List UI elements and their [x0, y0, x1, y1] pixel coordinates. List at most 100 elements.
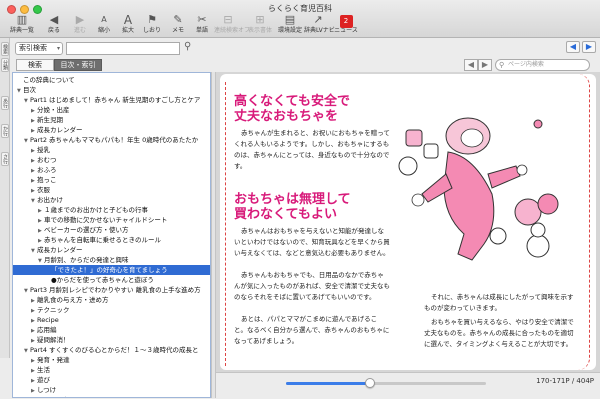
tree-item[interactable]: ▶ 衣服	[13, 185, 210, 195]
tree-item-label: 赤ちゃんを自転車に乗せるときのルール	[44, 236, 161, 244]
tree-item-label: 分娩・出産	[37, 106, 70, 114]
tree-item[interactable]: ▶ 分娩・出産	[13, 105, 210, 115]
toolbar-button-5[interactable]: ⚑ しおり	[138, 13, 166, 37]
toolbar-button-8[interactable]: ⊟ 連続検索オフ	[214, 13, 250, 37]
tree-item-label: コミュニケーション	[37, 396, 95, 397]
tree-item[interactable]: ▼ Part3 月齢別レシピでわかりやすい 離乳食の上手な進め方	[13, 285, 210, 295]
tree-item-label: お出かけ	[37, 196, 63, 204]
word-icon: ✂	[197, 13, 207, 26]
tree-item[interactable]: ▶ 授乳	[13, 145, 210, 155]
title-toolbar-bar: らくらく育児百科 ▥ 辞典一覧 ◀ 戻る ▶ 進む A 縮小 A 拡大 ⚑ しおり ✎ メモ ✂ 単語 ⊟ 連続検…	[0, 0, 600, 38]
tree-item[interactable]: ▶ 赤ちゃんを自転車に乗せるときのルール	[13, 235, 210, 245]
table-of-contents-tree[interactable]: この辞典について ▼ 目次 ▼ Part1 はじめまして！赤ちゃん 新生児期のすごし方と…	[12, 72, 211, 398]
side-tab-search[interactable]: 検索	[1, 42, 9, 56]
tree-item[interactable]: ▶ 抱っこ	[13, 175, 210, 185]
search-mode-select[interactable]: 索引検索 ▾	[15, 42, 63, 55]
tree-item-label: 新生児期	[37, 116, 63, 124]
tree-item-label: この辞典について	[23, 76, 75, 84]
page-slider-fill	[286, 382, 370, 385]
tree-item[interactable]: ▶ 新生児期	[13, 115, 210, 125]
tree-item-selected[interactable]: 「できたよ！」の好奇心を育てましょう	[13, 265, 210, 275]
side-tab-category[interactable]: 分類	[1, 58, 9, 72]
toolbar-button-10[interactable]: ▤ 環境設定	[276, 13, 304, 37]
tree-item[interactable]: ▶ 成長カレンダー	[13, 125, 210, 135]
tree-item[interactable]: ▶ 車での移動に欠かせないチャイルドシート	[13, 215, 210, 225]
tree-item-label: 疑問解消！	[37, 336, 70, 344]
baby-with-toys-illustration	[398, 117, 559, 261]
tree-item[interactable]: ▶ １歳までのお出かけと子どもの行事	[13, 205, 210, 215]
paragraph: それに、赤ちゃんは成長にしたがって興味を示すものが変わっていきます。	[424, 293, 574, 312]
tree-item-label: １歳までのお出かけと子どもの行事	[44, 206, 148, 214]
status-bar: 170-171P / 404P	[216, 372, 600, 399]
tree-item[interactable]: ▶ テクニック	[13, 305, 210, 315]
toolbar-button-12[interactable]: 2 ニュース	[332, 13, 360, 37]
nav-back-arrow-button[interactable]: ◀	[566, 41, 580, 53]
paragraph: おもちゃを買い与えるなら、やはり安全で清潔で丈夫なものを。赤ちゃんの成長に合った…	[424, 318, 574, 348]
page-prev-button[interactable]: ◀	[464, 59, 478, 71]
navi-icon: ↗	[313, 13, 323, 26]
tree-item-label: Part1 はじめまして！赤ちゃん 新生児期のすごし方とケア	[30, 96, 201, 104]
paragraph: あとは、パパとママがこまめに遊んであげること。なるべく自分から選んで、赤ちゃんの…	[234, 315, 390, 345]
toolbar-button-label: 戻る	[47, 27, 60, 34]
toolbar-button-7[interactable]: ✂ 単語	[188, 13, 216, 37]
tree-item[interactable]: ▼ 成長カレンダー	[13, 245, 210, 255]
page-slider-knob[interactable]	[365, 378, 375, 388]
book-page: 高くなくても安全で 丈夫なおもちゃを 赤ちゃんが生まれると、お祝いにおもちゃを贈…	[220, 74, 596, 370]
tree-item-label: 車での移動に欠かせないチャイルドシート	[44, 216, 168, 224]
tree-item[interactable]: ●からだを使って赤ちゃんと遊ぼう	[13, 275, 210, 285]
tree-item[interactable]: ▼ Part4 すくすくのびる心とからだ！１〜３歳時代の成長と	[13, 345, 210, 355]
tree-item[interactable]: ▶ おむつ	[13, 155, 210, 165]
tree-item-label: 衣服	[37, 186, 50, 194]
tree-item[interactable]: ▼ Part1 はじめまして！赤ちゃん 新生児期のすごし方とケア	[13, 95, 210, 105]
tree-item[interactable]: ▶ 生活	[13, 365, 210, 375]
side-tab-sa[interactable]: さ行	[1, 152, 9, 166]
side-tab-a[interactable]: あ行	[1, 96, 9, 110]
toolbar-button-0[interactable]: ▥ 辞典一覧	[8, 13, 36, 37]
search-icon: ⚲	[499, 61, 505, 69]
tree-item[interactable]: ▼ 月齢別、からだの発達と興味	[13, 255, 210, 265]
news-icon: 2	[332, 13, 360, 28]
toolbar-button-label: ニュース	[334, 27, 358, 34]
side-tab-ka[interactable]: か行	[1, 124, 9, 138]
tree-item-label: 目次	[23, 86, 36, 94]
toolbar-button-label: 環境設定	[277, 27, 302, 34]
chevron-down-icon: ▾	[56, 45, 60, 52]
tree-item[interactable]: ▶ Recipe	[13, 315, 210, 325]
search-input[interactable]	[66, 42, 180, 55]
page-viewer: 高くなくても安全で 丈夫なおもちゃを 赤ちゃんが生まれると、お祝いにおもちゃを贈…	[216, 72, 600, 372]
page-search-input[interactable]: ⚲ ページ内検索	[495, 59, 590, 71]
continuous-search-icon: ⊟	[223, 13, 233, 26]
tree-item[interactable]: ▶ おふろ	[13, 165, 210, 175]
tree-item[interactable]: ▶コミュニケーション	[13, 395, 210, 397]
toolbar-button-1[interactable]: ◀ 戻る	[40, 13, 68, 37]
tree-item[interactable]: この辞典について	[13, 75, 210, 85]
page-fold-line	[225, 82, 228, 366]
tree-item[interactable]: ▶ しつけ	[13, 385, 210, 395]
tree-item[interactable]: ▶ 離乳食の与え方・进め方	[13, 295, 210, 305]
tree-item[interactable]: ▼ お出かけ	[13, 195, 210, 205]
tree-item[interactable]: ▶ 応用編	[13, 325, 210, 335]
tree-item[interactable]: ▼ Part2 赤ちゃんもママもパパも！年生 0歳時代のあたたか	[13, 135, 210, 145]
nav-forward-arrow-button[interactable]: ▶	[582, 41, 596, 53]
tree-item-label: 遊び	[37, 376, 50, 384]
tab-search[interactable]: 検索	[16, 59, 54, 71]
tree-item-label: おふろ	[37, 166, 57, 174]
tree-item[interactable]: ▶ 発育・発達	[13, 355, 210, 365]
font-icon: ⊞	[255, 13, 265, 26]
page-info: 170-171P / 404P	[536, 377, 594, 385]
tree-item-label: テクニック	[37, 306, 70, 314]
toolbar-button-9[interactable]: ⊞ 表示書体	[246, 13, 274, 37]
tree-item-label: 応用編	[37, 326, 57, 334]
toolbar-button-11[interactable]: ↗ 辞典LVナビ	[304, 13, 335, 37]
tree-item-label: 生活	[37, 366, 50, 374]
tree-item[interactable]: ▶ 疑問解消！	[13, 335, 210, 345]
page-slider[interactable]	[286, 378, 486, 388]
toolbar-button-label: しおり	[142, 27, 161, 34]
tree-item-label: 月齢別、からだの発達と興味	[44, 256, 129, 264]
tree-item[interactable]: ▶ 遊び	[13, 375, 210, 385]
page-next-button[interactable]: ▶	[478, 59, 492, 71]
tree-item[interactable]: ▶ ベビーカーの選び方・使い方	[13, 225, 210, 235]
tab-index[interactable]: 目次・索引	[54, 59, 102, 71]
tree-item[interactable]: ▼ 目次	[13, 85, 210, 95]
search-icon[interactable]: ⚲	[184, 41, 191, 52]
